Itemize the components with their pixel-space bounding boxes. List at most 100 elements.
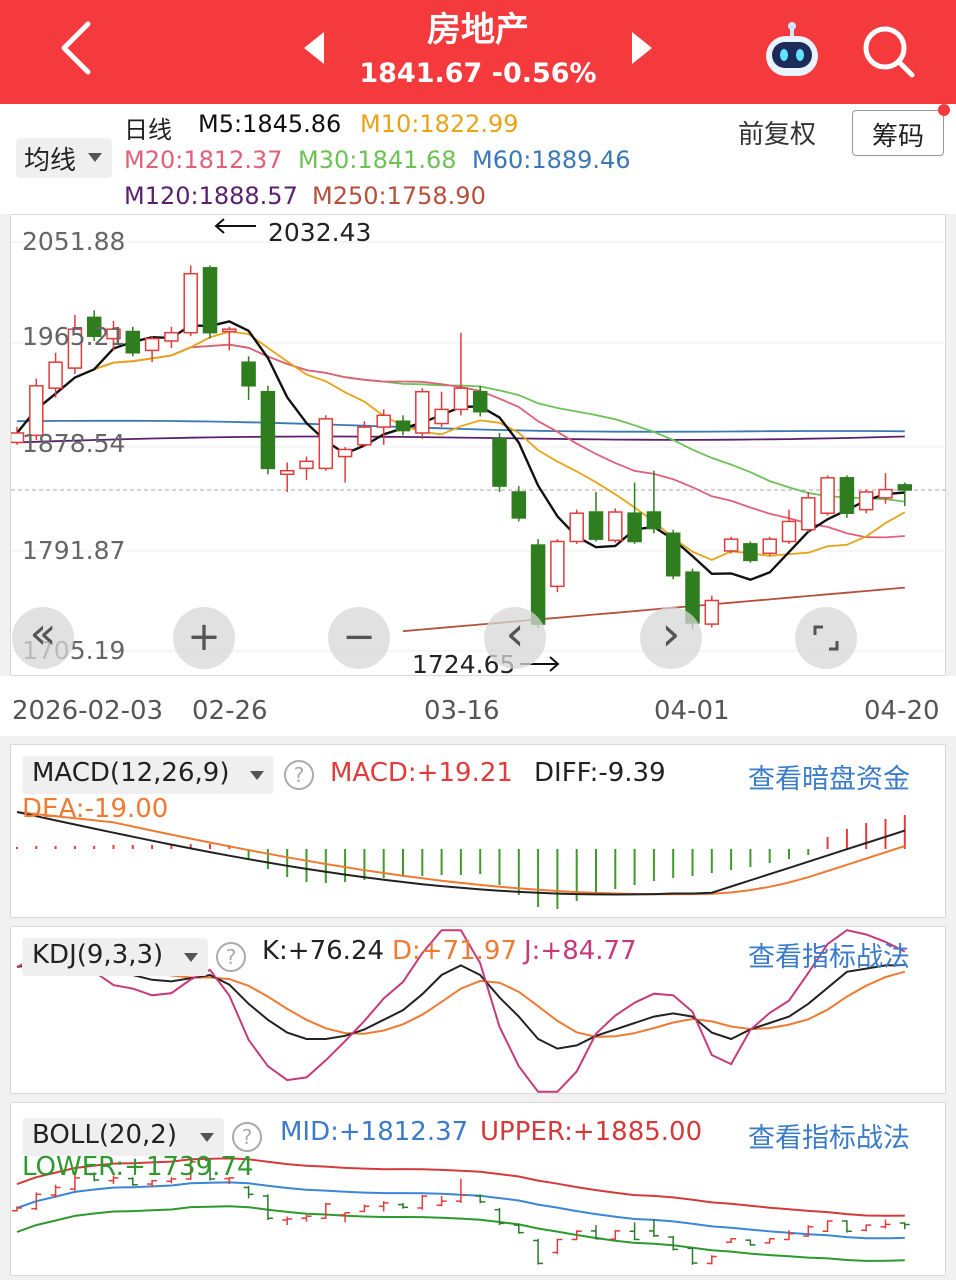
candle-body [839,477,855,514]
chip-distribution-button[interactable]: 筹码 [852,110,944,156]
candle [164,326,179,349]
chevron-down-icon [250,771,264,780]
forward-adjust-toggle[interactable]: 前复权 [738,114,816,151]
fullscreen-button[interactable] [795,607,857,669]
boll-indicator-select[interactable]: BOLL(20,2) [22,1118,224,1156]
ohlc-bar [378,1201,389,1212]
ma10-value: M10:1822.99 [360,110,519,138]
ma5-value: M5:1845.86 [198,110,342,138]
boll-upper-value: UPPER:+1885.00 [480,1117,703,1147]
candle [858,489,874,514]
candle-body [241,361,256,387]
prev-item-icon[interactable] [300,28,330,68]
candle-body [202,267,218,334]
ohlc-bar [745,1239,756,1246]
macd-help-icon[interactable]: ? [284,760,314,790]
candle-body [357,426,372,446]
y-axis-label-2: 1965.21 [22,322,126,351]
scroll-left-button[interactable]: ‹ [484,607,546,669]
candle [241,356,256,400]
scroll-right-button[interactable]: › [640,607,702,669]
candle [665,529,681,580]
boll-lower-value: LOWER:+1739.74 [22,1152,254,1182]
candle-body [646,511,662,530]
robot-assistant-icon[interactable] [760,20,824,80]
rewind-button[interactable]: « [12,607,74,669]
ma60-value: M60:1889.46 [472,146,631,174]
candle-body [279,469,295,476]
ma250-value: M250:1758.90 [312,182,486,210]
ohlc-bar [687,1247,698,1265]
ohlc-bar [262,1194,273,1220]
boll-strategy-link[interactable]: 查看指标战法 [748,1116,910,1155]
candle-body [337,448,353,458]
candle-body [858,491,874,511]
kdj-strategy-link[interactable]: 查看指标战法 [748,935,910,974]
candle [299,456,314,481]
candle [511,486,527,522]
dark-pool-link[interactable]: 查看暗盘资金 [748,757,910,796]
candle [781,509,797,544]
ohlc-bar [841,1220,852,1233]
macd-value: MACD:+19.21 [330,758,513,788]
date-label-3: 03-16 [424,696,500,726]
candle [569,509,584,544]
zoom-in-button[interactable]: + [173,607,235,669]
boll-mid-value: MID:+1812.37 [280,1117,469,1147]
ma-type-select[interactable]: 均线 [16,138,112,178]
candle-body [878,488,893,499]
candle [453,332,469,416]
candle [125,326,141,357]
candle-body [299,460,314,470]
candle-body [801,497,816,531]
candle-body [434,408,449,425]
ohlc-bar [764,1238,775,1244]
candle-body [762,538,777,555]
diff-value: DIFF:-9.39 [534,758,666,788]
ma120-value: M120:1888.57 [124,182,298,210]
date-label-1: 2026-02-03 [12,696,164,726]
fullscreen-icon [813,625,839,651]
ohlc-bar [610,1229,621,1240]
next-item-icon[interactable] [626,28,656,68]
candle-body [569,512,584,543]
candle-body [665,532,681,577]
candle [743,541,758,563]
candle-body [453,387,469,411]
candle [762,536,777,556]
ohlc-bar [629,1222,640,1241]
ohlc-bar [455,1178,466,1203]
j-value: J:+84.77 [524,936,637,966]
search-icon[interactable] [858,22,918,82]
ohlc-bar [398,1202,408,1209]
candle [279,462,295,492]
boll-help-icon[interactable]: ? [232,1122,262,1152]
ohlc-bar [552,1238,563,1255]
high-arrow-icon [214,218,256,234]
candle-body [222,328,237,333]
candle [183,265,198,337]
ohlc-bar [417,1195,428,1210]
macd-indicator-select[interactable]: MACD(12,26,9) [22,756,274,794]
kdj-indicator-label: KDJ(9,3,3) [32,940,164,970]
kdj-help-icon[interactable]: ? [216,942,246,972]
chevron-down-icon [200,1133,214,1142]
kdj-indicator-select[interactable]: KDJ(9,3,3) [22,938,208,976]
candle [415,388,430,439]
candle-body [260,390,276,470]
candle-body [608,511,623,542]
date-label-5: 04-20 [864,696,940,726]
candle [723,536,739,554]
ohlc-bar [243,1185,254,1199]
candle [492,432,507,492]
candle [434,391,449,428]
boll-indicator-label: BOLL(20,2) [32,1120,177,1150]
ohlc-bar [880,1219,891,1229]
ohlc-bar [706,1255,717,1265]
zoom-out-button[interactable]: − [328,607,390,669]
candle-body [820,477,835,514]
dea-value: DEA:-19.00 [22,794,169,824]
candle [376,409,391,445]
ohlc-bar [668,1236,679,1251]
candle [897,482,913,507]
